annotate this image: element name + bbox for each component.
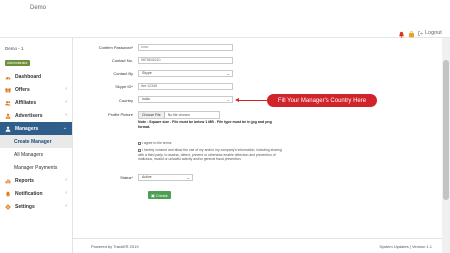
logout-label: Logout (425, 30, 442, 36)
logout-icon (418, 30, 423, 36)
chevron-down-icon: ⌄ (226, 97, 230, 102)
logout-button[interactable]: Logout (418, 30, 442, 36)
consent-row[interactable]: I hereby consent and allow the use of my… (138, 148, 288, 162)
manager-icon (5, 126, 11, 132)
sidebar-item-label: Managers (15, 125, 39, 132)
role-badge: Administrator (5, 60, 30, 66)
bell-icon[interactable] (398, 31, 405, 38)
sidebar-item-reports[interactable]: Reports ‹ (0, 174, 72, 187)
user-panel: Demo - 1 Administrator (5, 46, 68, 69)
brand-name: Demo (30, 5, 47, 11)
sidebar: Demo - 1 Administrator Dashboard Offers … (0, 38, 73, 253)
callout-arrow-head (235, 98, 239, 102)
create-button[interactable]: ▣ Create (148, 191, 171, 199)
sidebar-item-dashboard[interactable]: Dashboard (0, 70, 72, 83)
sidebar-item-label: Notification (15, 190, 43, 197)
sidebar-item-label: Offers (15, 86, 30, 93)
agree-terms-label: I agree to the terms (142, 141, 172, 145)
footer-powered-by: Powered by TrackER 2019 (91, 244, 139, 249)
chevron-left-icon: ‹ (65, 177, 67, 183)
consent-label: I hereby consent and allow the use of my… (138, 148, 282, 161)
user-tie-icon (5, 113, 11, 119)
sidebar-item-advertisers[interactable]: Advertisers ‹ (0, 109, 72, 122)
gift-icon (5, 88, 11, 92)
chevron-left-icon: ‹ (65, 99, 67, 105)
contact-by-value: Skype (142, 71, 152, 75)
profile-picture-label: Profile Picture (108, 112, 133, 117)
create-button-label: Create (155, 192, 168, 198)
sidebar-item-managers[interactable]: Managers ⌄ (0, 122, 72, 135)
profile-picture-input[interactable]: Choose File No file chosen (138, 111, 220, 119)
bell-icon (5, 191, 11, 197)
sidebar-item-notification[interactable]: Notification ‹ (0, 187, 72, 200)
chevron-down-icon: ⌄ (62, 125, 67, 131)
sidebar-item-settings[interactable]: Settings ‹ (0, 200, 72, 213)
sidebar-item-label: Settings (15, 203, 35, 210)
scrollbar-thumb[interactable] (443, 60, 449, 200)
sidebar-subitem-manager-payments[interactable]: Manager Payments (0, 161, 72, 174)
sidebar-item-label: Dashboard (15, 73, 42, 80)
app-window: Demo Logout Demo - 1 Administrator Dashb… (0, 0, 450, 253)
file-status: No file chosen (167, 113, 190, 117)
chevron-down-icon: ⌄ (226, 71, 230, 76)
user-name: Demo - 1 (5, 46, 24, 51)
sidebar-item-affiliates[interactable]: Affiliates ‹ (0, 96, 72, 109)
footer: Powered by TrackER 2019 System Updates |… (73, 238, 442, 253)
sidebar-item-label: Reports (15, 177, 34, 184)
contact-by-label: Contact By (113, 71, 133, 76)
chevron-left-icon: ‹ (65, 86, 67, 92)
bag-icon[interactable] (408, 31, 415, 38)
status-label: Status* (120, 175, 133, 180)
country-callout: Fill Your Manager's Country Here (267, 94, 377, 107)
country-value: India (142, 97, 150, 101)
sidebar-item-label: Affiliates (15, 99, 37, 106)
confirm-password-label: Confirm Password* (98, 45, 133, 50)
sidebar-item-offers[interactable]: Offers ‹ (0, 83, 72, 96)
sidebar-subitem-all-managers[interactable]: All Managers (0, 148, 72, 161)
country-label: Country (118, 98, 133, 103)
choose-file-button[interactable]: Choose File (139, 112, 165, 118)
confirm-password-field[interactable]: •••••• (138, 44, 233, 51)
agree-terms-row[interactable]: I agree to the terms (138, 141, 288, 146)
country-select[interactable]: India ⌄ (138, 96, 233, 103)
agree-terms-checkbox[interactable] (138, 141, 141, 145)
sidebar-nav: Dashboard Offers ‹ Affiliates ‹ Advertis… (0, 70, 72, 213)
sidebar-subitem-create-manager[interactable]: Create Manager (0, 135, 72, 148)
chevron-left-icon: ‹ (65, 190, 67, 196)
contact-no-field[interactable]: 9876543210 (138, 57, 233, 64)
chart-icon (5, 178, 11, 183)
top-bar: Demo Logout (0, 0, 450, 38)
callout-arrow-line (237, 100, 267, 101)
consent-checkbox[interactable] (138, 148, 141, 152)
footer-version: System Updates | Version 1.1 (379, 244, 432, 249)
chevron-left-icon: ‹ (65, 203, 67, 209)
create-manager-form: Confirm Password* •••••• Contact No. 987… (73, 38, 442, 238)
skype-id-label: Skype ID* (115, 84, 133, 89)
status-value: Active (142, 175, 152, 179)
save-icon: ▣ (151, 192, 155, 198)
chevron-left-icon: ‹ (65, 112, 67, 118)
skype-id-field[interactable]: live:12345 (138, 83, 233, 90)
status-select[interactable]: Active ⌄ (138, 174, 193, 181)
sidebar-item-label: Advertisers (15, 112, 43, 119)
contact-by-select[interactable]: Skype ⌄ (138, 70, 233, 77)
chevron-down-icon: ⌄ (186, 175, 190, 180)
profile-picture-note: Note : Square size . File must be below … (138, 120, 272, 129)
gear-icon (5, 203, 11, 210)
dashboard-icon (5, 76, 11, 80)
contact-no-label: Contact No. (111, 58, 133, 63)
users-icon (5, 100, 11, 105)
